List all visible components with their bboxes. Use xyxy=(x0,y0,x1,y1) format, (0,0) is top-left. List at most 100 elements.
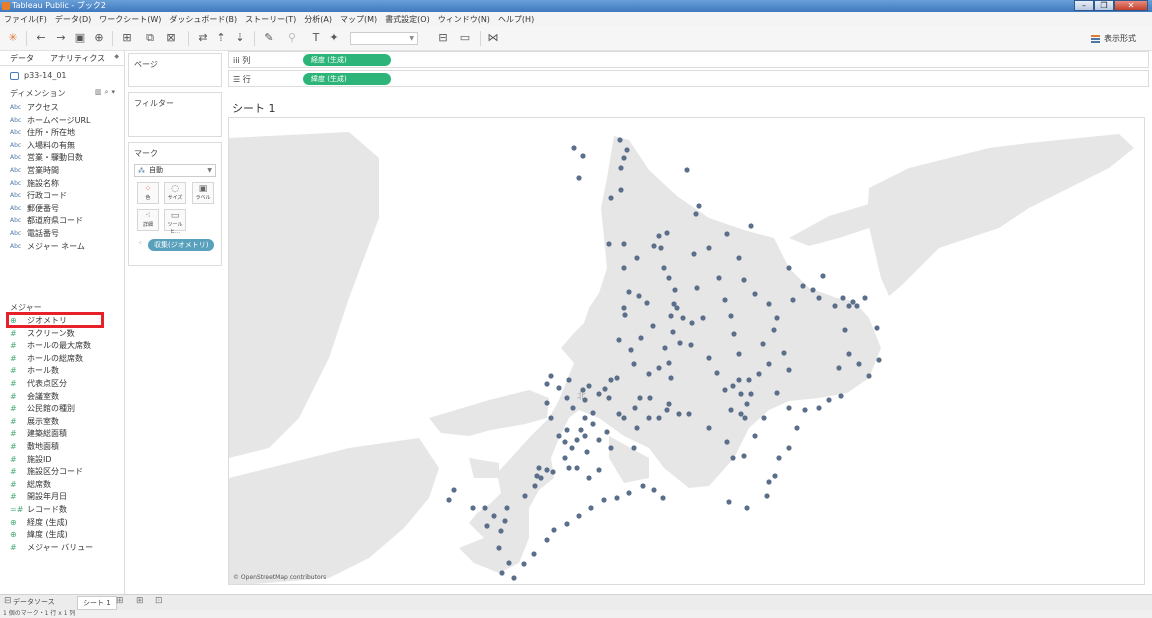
duplicate-sheet-icon[interactable]: ⧉ xyxy=(143,31,157,45)
facility-point[interactable] xyxy=(616,337,622,343)
swap-icon[interactable]: ⇄ xyxy=(196,31,210,45)
facility-point[interactable] xyxy=(614,495,620,501)
facility-point[interactable] xyxy=(636,293,642,299)
measure-field[interactable]: # 施設区分コード xyxy=(10,466,83,478)
facility-point[interactable] xyxy=(730,455,736,461)
facility-point[interactable] xyxy=(666,401,672,407)
facility-point[interactable] xyxy=(651,243,657,249)
facility-point[interactable] xyxy=(621,305,627,311)
facility-point[interactable] xyxy=(596,391,602,397)
facility-point[interactable] xyxy=(874,325,880,331)
measure-field[interactable]: # 会議室数 xyxy=(10,391,59,403)
facility-point[interactable] xyxy=(724,439,730,445)
facility-point[interactable] xyxy=(662,345,668,351)
facility-point[interactable] xyxy=(756,371,762,377)
facility-point[interactable] xyxy=(670,329,676,335)
measure-field[interactable]: # スクリーン数 xyxy=(10,328,75,340)
facility-point[interactable] xyxy=(674,305,680,311)
facility-point[interactable] xyxy=(531,551,537,557)
facility-point[interactable] xyxy=(856,361,862,367)
facility-point[interactable] xyxy=(731,331,737,337)
facility-point[interactable] xyxy=(504,505,510,511)
facility-point[interactable] xyxy=(582,397,588,403)
facility-point[interactable] xyxy=(786,405,792,411)
facility-point[interactable] xyxy=(696,203,702,209)
facility-point[interactable] xyxy=(608,195,614,201)
new-dashboard-icon[interactable]: ⊞ xyxy=(136,596,144,606)
facility-point[interactable] xyxy=(684,167,690,173)
facility-point[interactable] xyxy=(790,297,796,303)
facility-point[interactable] xyxy=(498,528,504,534)
facility-point[interactable] xyxy=(637,395,643,401)
facility-point[interactable] xyxy=(596,437,602,443)
facility-point[interactable] xyxy=(544,467,550,473)
facility-point[interactable] xyxy=(794,425,800,431)
measure-field[interactable]: # ホール数 xyxy=(10,365,59,377)
latitude-pill[interactable]: 緯度 (生成) xyxy=(303,73,391,85)
new-datasource-icon[interactable]: ⊕ xyxy=(92,31,106,45)
facility-point[interactable] xyxy=(842,327,848,333)
dimension-field[interactable]: Abc 施設名称 xyxy=(10,178,59,190)
dimension-field[interactable]: Abc ホームページURL xyxy=(10,115,90,127)
tableau-logo-icon[interactable]: ✳ xyxy=(6,31,20,45)
facility-point[interactable] xyxy=(578,427,584,433)
facility-point[interactable] xyxy=(548,415,554,421)
new-sheet-icon[interactable]: ⊞ xyxy=(116,596,124,606)
size-card[interactable]: ◌ サイズ xyxy=(164,182,186,204)
facility-point[interactable] xyxy=(742,415,748,421)
menu-window[interactable]: ウィンドウ(N) xyxy=(434,14,494,25)
facility-point[interactable] xyxy=(470,505,476,511)
facility-point[interactable] xyxy=(544,400,550,406)
menu-analysis[interactable]: 分析(A) xyxy=(300,14,336,25)
menu-story[interactable]: ストーリー(T) xyxy=(241,14,300,25)
facility-point[interactable] xyxy=(736,351,742,357)
facility-point[interactable] xyxy=(621,155,627,161)
facility-point[interactable] xyxy=(626,490,632,496)
facility-point[interactable] xyxy=(722,387,728,393)
facility-point[interactable] xyxy=(772,473,778,479)
facility-point[interactable] xyxy=(672,287,678,293)
facility-point[interactable] xyxy=(666,275,672,281)
facility-point[interactable] xyxy=(688,342,694,348)
sheet-tab[interactable]: シート 1 xyxy=(77,596,117,610)
dimension-field[interactable]: Abc メジャー ネーム xyxy=(10,241,85,253)
facility-point[interactable] xyxy=(499,570,505,576)
facility-point[interactable] xyxy=(647,395,653,401)
menu-format[interactable]: 書式設定(O) xyxy=(381,14,434,25)
facility-point[interactable] xyxy=(566,465,572,471)
facility-point[interactable] xyxy=(786,265,792,271)
facility-point[interactable] xyxy=(571,145,577,151)
show-card-icon[interactable]: ⊟ xyxy=(434,31,452,45)
tooltip-card[interactable]: ▭ ツールヒ… xyxy=(164,209,186,235)
facility-point[interactable] xyxy=(836,365,842,371)
dimension-field[interactable]: Abc 電話番号 xyxy=(10,228,59,240)
facility-point[interactable] xyxy=(590,421,596,427)
facility-point[interactable] xyxy=(730,383,736,389)
facility-point[interactable] xyxy=(586,475,592,481)
facility-point[interactable] xyxy=(722,297,728,303)
facility-point[interactable] xyxy=(826,397,832,403)
facility-point[interactable] xyxy=(776,455,782,461)
facility-point[interactable] xyxy=(786,445,792,451)
facility-point[interactable] xyxy=(691,251,697,257)
facility-point[interactable] xyxy=(660,495,666,501)
facility-point[interactable] xyxy=(781,350,787,356)
facility-point[interactable] xyxy=(446,497,452,503)
sort-ascending-icon[interactable]: ⇡ xyxy=(214,31,228,45)
facility-point[interactable] xyxy=(618,165,624,171)
geometry-collect-pill[interactable]: 収集(ジオメトリ) xyxy=(148,239,214,251)
new-worksheet-icon[interactable]: ⊞ xyxy=(120,31,134,45)
facility-point[interactable] xyxy=(536,465,542,471)
tab-data[interactable]: データ xyxy=(10,53,34,64)
facility-point[interactable] xyxy=(562,439,568,445)
group-icon[interactable]: ⚲ xyxy=(285,31,299,45)
facility-point[interactable] xyxy=(617,137,623,143)
dimension-tools[interactable]: ▥⌕▾ xyxy=(95,88,118,97)
facility-point[interactable] xyxy=(748,391,754,397)
facility-point[interactable] xyxy=(606,395,612,401)
facility-point[interactable] xyxy=(580,387,586,393)
dimension-field[interactable]: Abc 住所・所在地 xyxy=(10,127,75,139)
facility-point[interactable] xyxy=(640,483,646,489)
facility-point[interactable] xyxy=(484,523,490,529)
label-card[interactable]: ▣ ラベル xyxy=(192,182,214,204)
